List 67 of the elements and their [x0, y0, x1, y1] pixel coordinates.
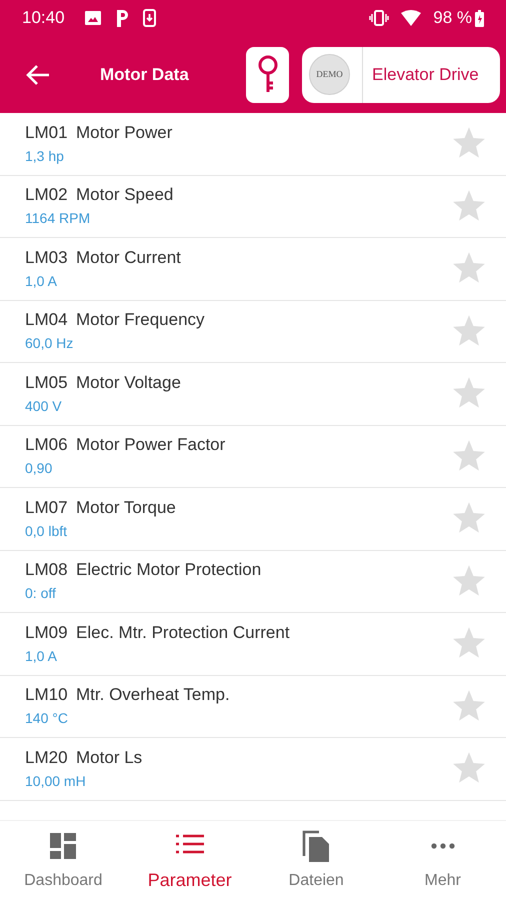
parameter-name: LM08 Electric Motor Protection	[25, 559, 262, 582]
parameter-name: LM02 Motor Speed	[25, 184, 174, 206]
back-arrow-icon[interactable]	[26, 64, 50, 86]
parameter-row[interactable]: LM07 Motor Torque 0,0 lbft	[0, 488, 506, 550]
parking-icon	[114, 9, 129, 27]
parameter-row[interactable]: LM01 Motor Power 1,3 hp	[0, 113, 506, 176]
nav-tab[interactable]: Mehr	[380, 821, 506, 900]
parameter-name: LM01 Motor Power	[25, 122, 174, 144]
parameter-name: LM07 Motor Torque	[25, 496, 177, 519]
parameter-row[interactable]: LM08 Electric Motor Protection 0: off	[0, 550, 506, 613]
parameter-value: 1,0 A	[25, 272, 58, 291]
parameter-value: 1,3 hp	[25, 146, 65, 166]
device-selector[interactable]: DEMO Elevator Drive	[302, 46, 500, 102]
star-icon[interactable]	[452, 127, 486, 160]
device-name: Elevator Drive	[372, 64, 479, 86]
parameter-name: LM10 Mtr. Overheat Temp.	[25, 684, 231, 706]
status-time: 10:40	[22, 7, 65, 30]
parameter-value: 60,0 Hz	[25, 334, 74, 354]
parameter-name: LM05 Motor Voltage	[25, 372, 182, 394]
star-icon[interactable]	[452, 502, 486, 536]
nav-tab[interactable]: Dashboard	[0, 821, 126, 900]
parameter-name: LM20 Motor Ls	[25, 746, 144, 769]
star-icon[interactable]	[452, 252, 486, 286]
parameter-row[interactable]: LM03 Motor Current 1,0 A	[0, 238, 506, 300]
parameter-row[interactable]: LM05 Motor Voltage 400 V	[0, 363, 506, 426]
wifi-icon	[401, 10, 422, 26]
parameter-value: 1164 RPM	[25, 209, 92, 228]
star-icon[interactable]	[452, 440, 486, 473]
dashboard-icon	[50, 832, 76, 858]
parameter-row[interactable]: LM02 Motor Speed 1164 RPM	[0, 176, 506, 238]
star-icon[interactable]	[452, 690, 486, 723]
parameter-row[interactable]: LM06 Motor Power Factor 0,90	[0, 426, 506, 488]
star-icon[interactable]	[452, 314, 486, 348]
more-icon	[430, 842, 455, 848]
parameter-name: LM09 Elec. Mtr. Protection Current	[25, 622, 291, 644]
parameter-value: 140 °C	[25, 709, 69, 728]
demo-badge: DEMO	[309, 54, 350, 95]
nav-tab[interactable]: Parameter	[126, 821, 253, 900]
parameter-value: 0,90	[25, 459, 54, 478]
parameter-name: LM03 Motor Current	[25, 246, 182, 269]
screen-title: Motor Data	[100, 64, 189, 86]
files-icon	[302, 830, 330, 862]
battery-icon	[475, 10, 484, 26]
parameter-row[interactable]: LM10 Mtr. Overheat Temp. 140 °C	[0, 676, 506, 738]
star-icon[interactable]	[452, 190, 486, 223]
key-icon	[256, 54, 278, 94]
list-icon	[176, 834, 204, 854]
parameter-value: 0,0 lbft	[25, 522, 68, 541]
parameter-row[interactable]: LM04 Motor Frequency 60,0 Hz	[0, 300, 506, 363]
star-icon[interactable]	[452, 752, 486, 786]
key-button[interactable]	[246, 46, 289, 102]
phone-download-icon	[142, 9, 156, 27]
vibrate-icon	[369, 10, 390, 26]
parameter-value: 400 V	[25, 396, 63, 416]
parameter-value: 10,00 mH	[25, 772, 87, 791]
parameter-name: LM04 Motor Frequency	[25, 309, 206, 332]
parameter-name: LM06 Motor Power Factor	[25, 434, 226, 456]
star-icon[interactable]	[452, 564, 486, 598]
battery-percentage: 98 %	[433, 7, 472, 30]
parameter-value: 1,0 A	[25, 646, 58, 666]
image-icon	[84, 11, 101, 25]
nav-tab[interactable]: Dateien	[253, 821, 380, 900]
parameter-row[interactable]: LM09 Elec. Mtr. Protection Current 1,0 A	[0, 613, 506, 676]
star-icon[interactable]	[452, 627, 486, 660]
star-icon[interactable]	[452, 377, 486, 410]
parameter-value: 0: off	[25, 584, 57, 604]
parameter-row[interactable]: LM20 Motor Ls 10,00 mH	[0, 738, 506, 800]
